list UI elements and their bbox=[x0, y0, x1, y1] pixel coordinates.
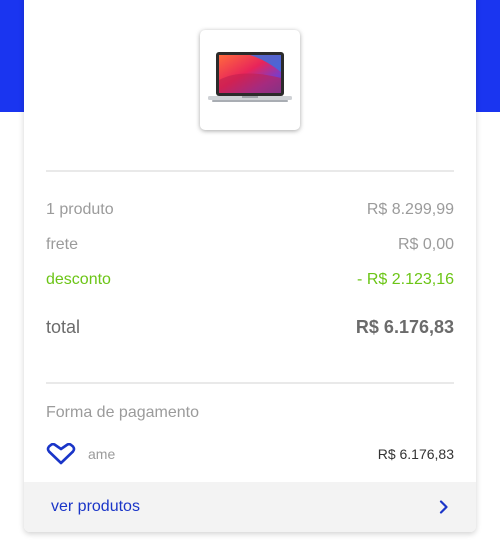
payment-section-title: Forma de pagamento bbox=[46, 404, 199, 421]
shipping-label: frete bbox=[46, 236, 79, 253]
discount-label: desconto bbox=[46, 271, 111, 288]
discount-value: - R$ 2.123,16 bbox=[357, 271, 454, 288]
payment-method-name: ame bbox=[88, 446, 116, 462]
shipping-row: frete R$ 0,00 bbox=[46, 233, 454, 257]
total-row: total R$ 6.176,83 bbox=[46, 313, 454, 341]
discount-row: desconto - R$ 2.123,16 bbox=[46, 268, 454, 292]
order-summary-card: 1 produto R$ 8.299,99 frete R$ 0,00 desc… bbox=[24, 0, 476, 532]
product-thumbnail[interactable] bbox=[200, 30, 300, 130]
total-value: R$ 6.176,83 bbox=[355, 316, 454, 337]
ame-heart-icon bbox=[46, 442, 76, 466]
payment-amount: R$ 6.176,83 bbox=[377, 446, 454, 462]
items-label: 1 produto bbox=[46, 201, 114, 218]
shipping-value: R$ 0,00 bbox=[397, 236, 454, 253]
total-label: total bbox=[46, 316, 81, 337]
divider bbox=[46, 382, 454, 384]
chevron-right-icon bbox=[438, 500, 452, 514]
laptop-icon bbox=[208, 52, 292, 102]
divider bbox=[46, 170, 454, 172]
view-products-label: ver produtos bbox=[51, 498, 140, 515]
payment-method-row: ame R$ 6.176,83 bbox=[46, 440, 454, 468]
view-products-button[interactable]: ver produtos bbox=[24, 482, 476, 532]
items-row: 1 produto R$ 8.299,99 bbox=[46, 198, 454, 222]
items-value: R$ 8.299,99 bbox=[366, 201, 454, 218]
